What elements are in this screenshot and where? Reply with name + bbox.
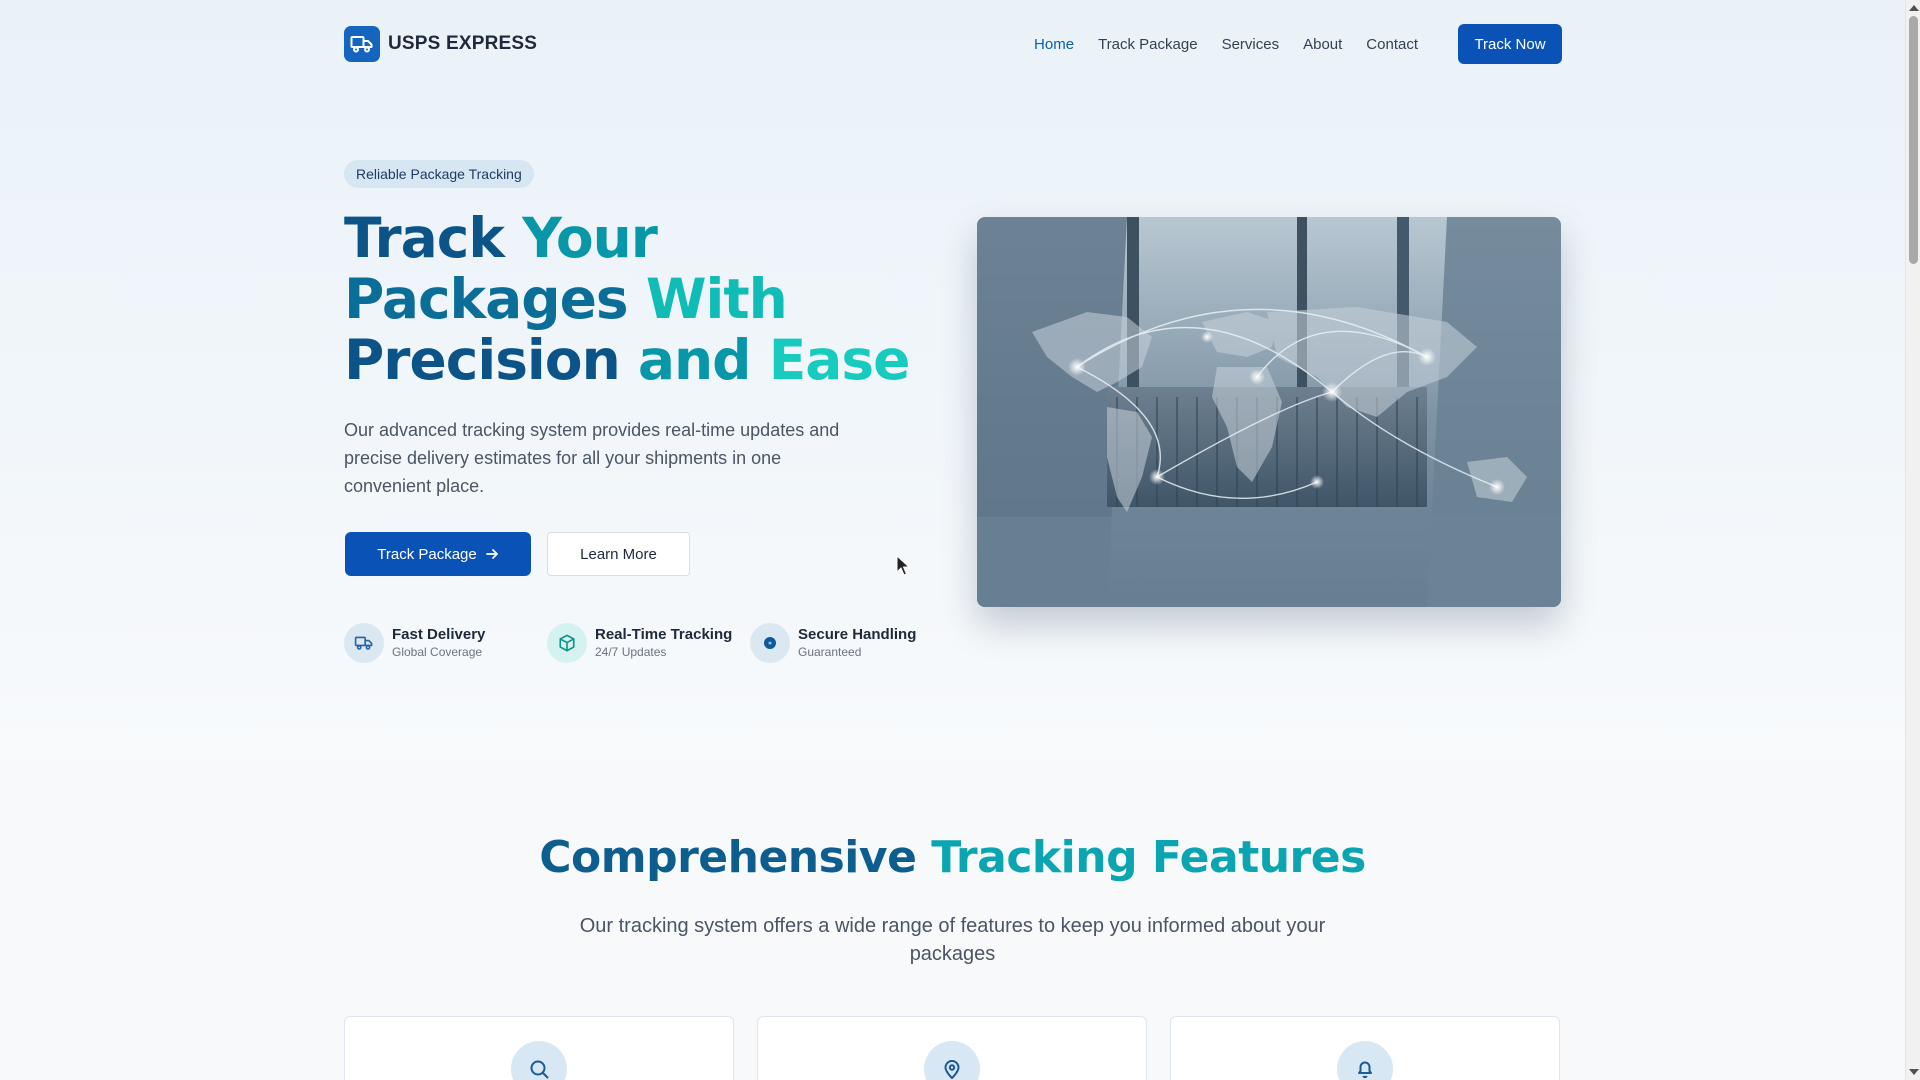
track-package-label: Track Package: [377, 545, 477, 563]
map-pin-icon: [924, 1041, 980, 1080]
hero-title-word: Your: [522, 206, 658, 270]
feature-card-search: [344, 1016, 734, 1080]
shield-icon: [750, 623, 790, 663]
hero-actions: Track Package Learn More: [345, 532, 690, 576]
nav-link-track-package[interactable]: Track Package: [1098, 36, 1198, 53]
brand[interactable]: USPS EXPRESS: [344, 26, 537, 62]
top-navbar: USPS EXPRESS Home Track Package Services…: [344, 24, 1562, 64]
stat-real-time-tracking: Real-Time Tracking 24/7 Updates: [547, 623, 750, 663]
stat-fast-delivery: Fast Delivery Global Coverage: [344, 623, 547, 663]
hero-image: [977, 217, 1561, 607]
truck-icon: [344, 26, 380, 62]
scroll-down-icon[interactable]: [1909, 1069, 1919, 1075]
stat-subtitle: 24/7 Updates: [595, 645, 667, 659]
hero-title-word: Track: [344, 206, 505, 270]
nav-link-about[interactable]: About: [1303, 36, 1342, 53]
track-package-button[interactable]: Track Package: [345, 532, 531, 576]
mouse-cursor-icon: [896, 555, 910, 576]
scroll-up-icon[interactable]: [1909, 5, 1919, 11]
nav-link-contact[interactable]: Contact: [1366, 36, 1418, 53]
feature-card-location: [757, 1016, 1147, 1080]
nav-links: Home Track Package Services About Contac…: [1034, 36, 1418, 53]
stat-title: Fast Delivery: [392, 626, 486, 643]
page-scrollbar[interactable]: [1905, 0, 1920, 1080]
hero-title-word: Precision: [344, 328, 621, 392]
brand-name: USPS EXPRESS: [388, 33, 538, 54]
hero-title-word: With: [645, 267, 788, 331]
search-icon: [511, 1041, 567, 1080]
page: USPS EXPRESS Home Track Package Services…: [0, 0, 1905, 1080]
stat-title: Real-Time Tracking: [595, 626, 733, 643]
feature-card-notifications: [1170, 1016, 1560, 1080]
features-title-part2: Tracking Features: [931, 832, 1366, 883]
hero-title: Track Your Packages With Precision and E…: [344, 208, 944, 391]
nav-link-services[interactable]: Services: [1222, 36, 1280, 53]
hero-title-word: Packages: [344, 267, 629, 331]
learn-more-button[interactable]: Learn More: [547, 532, 690, 576]
stat-title: Secure Handling: [798, 626, 917, 643]
stat-subtitle: Guaranteed: [798, 645, 862, 659]
scrollbar-thumb[interactable]: [1909, 16, 1918, 264]
hero-description: Our advanced tracking system provides re…: [344, 420, 840, 496]
features-description: Our tracking system offers a wide range …: [579, 915, 1326, 965]
package-icon: [547, 623, 587, 663]
hero-stats: Fast Delivery Global Coverage Real-Time …: [344, 623, 953, 663]
bell-icon: [1337, 1041, 1393, 1080]
stat-secure-handling: Secure Handling Guaranteed: [750, 623, 953, 663]
truck-icon: [344, 623, 384, 663]
nav-link-home[interactable]: Home: [1034, 36, 1074, 53]
hero-title-word: Ease: [768, 328, 911, 392]
hero-title-word: and: [637, 328, 752, 392]
features-title-part1: Comprehensive: [539, 832, 917, 883]
arrow-right-icon: [485, 549, 498, 559]
features-title: Comprehensive Tracking Features: [0, 832, 1905, 883]
hero-badge: Reliable Package Tracking: [344, 160, 534, 188]
track-now-button[interactable]: Track Now: [1458, 24, 1562, 64]
stat-subtitle: Global Coverage: [392, 645, 483, 659]
